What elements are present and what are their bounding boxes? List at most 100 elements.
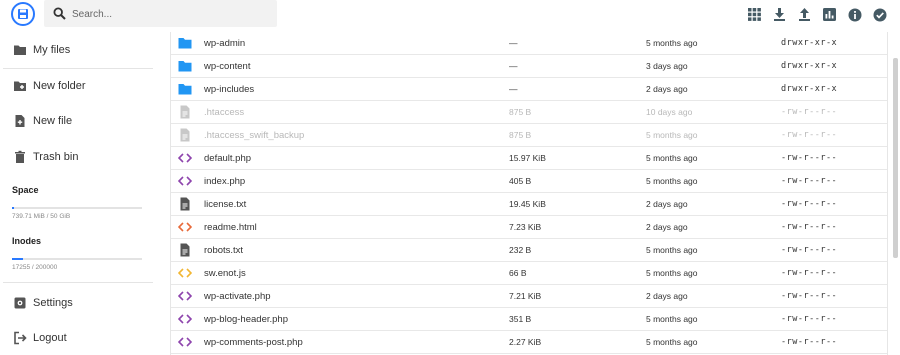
file-row[interactable]: wp-admin — 5 months ago drwxr-xr-x xyxy=(171,32,887,55)
file-name: default.php xyxy=(204,153,252,164)
new-folder-icon xyxy=(14,81,26,91)
new-file-icon xyxy=(15,115,25,127)
sidebar-item-settings[interactable]: Settings xyxy=(0,286,155,320)
file-size: — xyxy=(509,38,518,48)
file-permissions: drwxr-xr-x xyxy=(781,61,838,71)
file-icon xyxy=(178,128,192,142)
file-permissions: -rw-r--r-- xyxy=(781,245,838,255)
code-icon xyxy=(177,220,193,234)
file-size: 15.97 KiB xyxy=(509,153,546,163)
logout-icon xyxy=(14,331,27,345)
file-row[interactable]: license.txt 19.45 KiB 2 days ago -rw-r--r-- xyxy=(171,193,887,216)
file-row[interactable]: robots.txt 232 B 5 months ago -rw-r--r-- xyxy=(171,239,887,262)
file-modified: 5 months ago xyxy=(646,176,698,186)
search-icon xyxy=(53,7,66,20)
chart-icon[interactable] xyxy=(821,6,838,23)
file-size: — xyxy=(509,84,518,94)
sidebar-item-label: My files xyxy=(33,44,71,56)
file-row[interactable]: .htaccess_swift_backup 875 B 5 months ago -… xyxy=(171,124,887,147)
inodes-progress-bar xyxy=(12,258,142,260)
upload-icon[interactable] xyxy=(796,6,813,23)
file-row[interactable]: .htaccess 875 B 10 days ago -rw-r--r-- xyxy=(171,101,887,124)
divider xyxy=(3,282,153,283)
info-icon[interactable] xyxy=(846,6,863,23)
file-size: 875 B xyxy=(509,107,532,117)
file-row[interactable]: readme.html 7.23 KiB 2 days ago -rw-r--r-- xyxy=(171,216,887,239)
file-row[interactable]: wp-content — 3 days ago drwxr-xr-x xyxy=(171,55,887,78)
app-logo[interactable] xyxy=(11,2,35,26)
space-progress-bar xyxy=(12,207,142,209)
file-row[interactable]: index.php 405 B 5 months ago -rw-r--r-- xyxy=(171,170,887,193)
header-actions xyxy=(746,6,888,23)
file-row[interactable]: wp-blog-header.php 351 B 5 months ago -rw-r… xyxy=(171,308,887,331)
file-permissions: drwxr-xr-x xyxy=(781,38,838,48)
folder-icon xyxy=(14,45,26,55)
file-modified: 2 days ago xyxy=(646,199,688,209)
file-name: wp-includes xyxy=(204,84,255,95)
code-icon xyxy=(177,174,193,188)
file-name: sw.enot.js xyxy=(204,268,246,279)
sidebar: My files New folder New file Trash bin S… xyxy=(0,32,155,355)
file-permissions: -rw-r--r-- xyxy=(781,291,838,301)
file-permissions: -rw-r--r-- xyxy=(781,130,838,140)
floppy-icon xyxy=(18,9,28,19)
file-row[interactable]: wp-activate.php 7.21 KiB 2 days ago -rw-r--… xyxy=(171,285,887,308)
file-modified: 2 days ago xyxy=(646,84,688,94)
file-name: index.php xyxy=(204,176,246,187)
file-size: 19.45 KiB xyxy=(509,199,546,209)
sidebar-item-label: Logout xyxy=(33,332,67,344)
file-row[interactable]: default.php 15.97 KiB 5 months ago -rw-r--r… xyxy=(171,147,887,170)
file-size: 351 B xyxy=(509,314,532,324)
file-icon xyxy=(178,105,192,119)
select-icon[interactable] xyxy=(871,6,888,23)
file-name: license.txt xyxy=(204,199,247,210)
file-name: wp-blog-header.php xyxy=(204,314,288,325)
search-box[interactable] xyxy=(44,0,277,29)
inodes-value: 17255 / 200000 xyxy=(12,264,58,271)
file-permissions: -rw-r--r-- xyxy=(781,199,838,209)
sidebar-item-new-folder[interactable]: New folder xyxy=(0,69,155,103)
trash-icon xyxy=(15,150,25,163)
file-name: wp-admin xyxy=(204,38,246,49)
sidebar-item-my-files[interactable]: My files xyxy=(0,33,155,67)
file-row[interactable]: wp-comments-post.php 2.27 KiB 5 months ago… xyxy=(171,331,887,354)
file-permissions: -rw-r--r-- xyxy=(781,337,838,347)
file-size: 232 B xyxy=(509,245,532,255)
search-input[interactable] xyxy=(70,0,274,29)
file-name: readme.html xyxy=(204,222,257,233)
file-row[interactable]: sw.enot.js 66 B 5 months ago -rw-r--r-- xyxy=(171,262,887,285)
file-size: 7.23 KiB xyxy=(509,222,542,232)
file-modified: 5 months ago xyxy=(646,314,698,324)
file-modified: 5 months ago xyxy=(646,153,698,163)
sidebar-item-label: New folder xyxy=(33,80,86,92)
file-modified: 3 days ago xyxy=(646,61,688,71)
file-row[interactable]: wp-includes — 2 days ago drwxr-xr-x xyxy=(171,78,887,101)
file-name: .htaccess_swift_backup xyxy=(204,130,305,141)
space-value: 739.71 MiB / 50 GiB xyxy=(12,213,71,220)
file-list: wp-admin —5 months ago drwxr-xr-x wp-conten… xyxy=(170,32,888,355)
file-permissions: -rw-r--r-- xyxy=(781,153,838,163)
folder-icon xyxy=(178,82,192,96)
file-modified: 5 months ago xyxy=(646,245,698,255)
file-permissions: -rw-r--r-- xyxy=(781,222,838,232)
file-modified: 5 months ago xyxy=(646,38,698,48)
grid-view-icon[interactable] xyxy=(746,6,763,23)
file-name: robots.txt xyxy=(204,245,244,256)
sidebar-item-new-file[interactable]: New file xyxy=(0,104,155,138)
sidebar-item-label: Settings xyxy=(33,297,73,309)
sidebar-item-label: New file xyxy=(33,115,73,127)
code-icon xyxy=(177,289,193,303)
space-title: Space xyxy=(12,185,39,195)
download-icon[interactable] xyxy=(771,6,788,23)
file-size: 875 B xyxy=(509,130,532,140)
scrollbar[interactable] xyxy=(893,58,898,258)
file-modified: 2 days ago xyxy=(646,222,688,232)
file-permissions: drwxr-xr-x xyxy=(781,84,838,94)
file-size: 7.21 KiB xyxy=(509,291,542,301)
file-permissions: -rw-r--r-- xyxy=(781,314,838,324)
text-file-icon xyxy=(178,197,192,211)
sidebar-item-logout[interactable]: Logout xyxy=(0,321,155,355)
sidebar-item-trash-bin[interactable]: Trash bin xyxy=(0,140,155,174)
code-icon xyxy=(177,266,193,280)
file-modified: 5 months ago xyxy=(646,268,698,278)
